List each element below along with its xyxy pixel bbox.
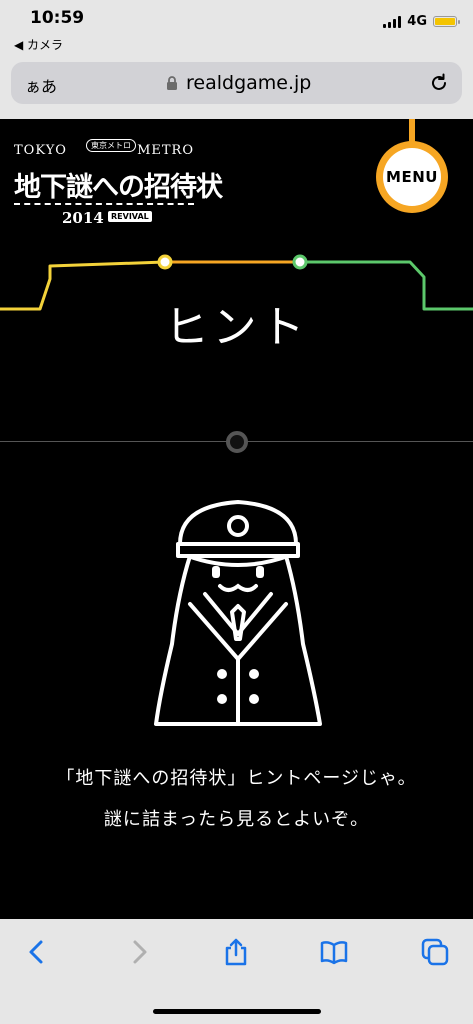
logo-top-right: METRO bbox=[137, 143, 194, 158]
menu-inner: MENU bbox=[383, 148, 441, 206]
signal-icon bbox=[383, 15, 402, 28]
station-dot-yellow bbox=[157, 254, 173, 270]
hint-guide-text: 謎に詰まったら見るとよいぞ。 bbox=[103, 809, 370, 830]
menu-button[interactable]: MENU bbox=[376, 141, 448, 213]
menu-label: MENU bbox=[386, 168, 438, 186]
battery-icon bbox=[433, 16, 460, 27]
tabs-icon[interactable] bbox=[420, 937, 450, 967]
back-icon[interactable] bbox=[22, 937, 52, 967]
menu-control: MENU bbox=[376, 119, 452, 215]
page-title: ヒント bbox=[164, 302, 309, 353]
network-type: 4G bbox=[407, 14, 427, 29]
menu-stem bbox=[409, 119, 415, 143]
logo-main: 地下謎への招待状 bbox=[14, 172, 223, 203]
reader-options-button[interactable]: ぁあ bbox=[25, 73, 57, 97]
lock-icon bbox=[167, 76, 177, 90]
status-time: 10:59 bbox=[30, 8, 85, 28]
forward-icon[interactable] bbox=[124, 937, 154, 967]
divider-dot bbox=[226, 431, 248, 453]
browser-address-area: ぁあ realdgame.jp bbox=[0, 54, 473, 119]
logo-year: 2014 bbox=[62, 209, 104, 227]
status-indicators: 4G bbox=[383, 14, 460, 29]
url-text[interactable]: realdgame.jp bbox=[186, 72, 311, 94]
logo-top-left: TOKYO bbox=[14, 143, 67, 158]
site-logo[interactable]: TOKYO METRO 東京メトロ 地下謎への招待状 2014 REVIVAL bbox=[14, 139, 223, 234]
logo-divider bbox=[14, 203, 194, 205]
station-dot-green bbox=[292, 254, 308, 270]
address-bar[interactable]: ぁあ realdgame.jp bbox=[11, 62, 462, 104]
logo-revival: REVIVAL bbox=[108, 211, 152, 222]
status-bar: 10:59 ◀ カメラ 4G bbox=[0, 0, 473, 54]
reload-icon[interactable] bbox=[428, 72, 450, 94]
share-icon[interactable] bbox=[221, 937, 251, 967]
home-indicator bbox=[153, 1009, 321, 1014]
logo-sub: 東京メトロ bbox=[86, 139, 136, 152]
web-page: TOKYO METRO 東京メトロ 地下謎への招待状 2014 REVIVAL … bbox=[0, 119, 473, 919]
back-to-app-link[interactable]: ◀ カメラ bbox=[14, 36, 63, 53]
hint-intro-text: 「地下謎への招待状」ヒントページじゃ。 bbox=[56, 768, 417, 789]
browser-toolbar bbox=[0, 919, 473, 1024]
conductor-illustration bbox=[154, 500, 322, 726]
bookmarks-icon[interactable] bbox=[319, 937, 349, 967]
